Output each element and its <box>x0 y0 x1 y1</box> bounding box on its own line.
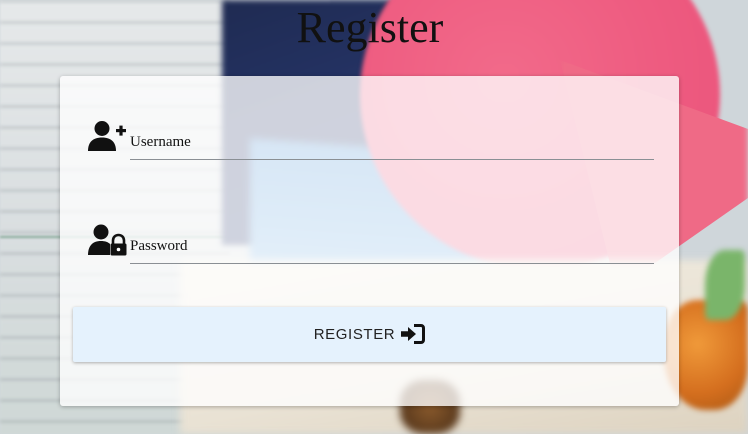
background-leaf-shape <box>705 250 745 320</box>
user-lock-icon <box>88 224 128 256</box>
username-input[interactable] <box>130 126 654 160</box>
password-field-group <box>88 224 654 268</box>
register-form: REGISTER <box>60 76 679 406</box>
user-plus-icon <box>88 120 128 152</box>
username-field-group <box>88 120 654 164</box>
page-title: Register <box>296 3 444 52</box>
register-button-label: REGISTER <box>313 326 396 343</box>
register-button[interactable]: REGISTER <box>73 307 666 362</box>
password-input[interactable] <box>130 230 654 264</box>
sign-in-icon <box>401 323 426 344</box>
